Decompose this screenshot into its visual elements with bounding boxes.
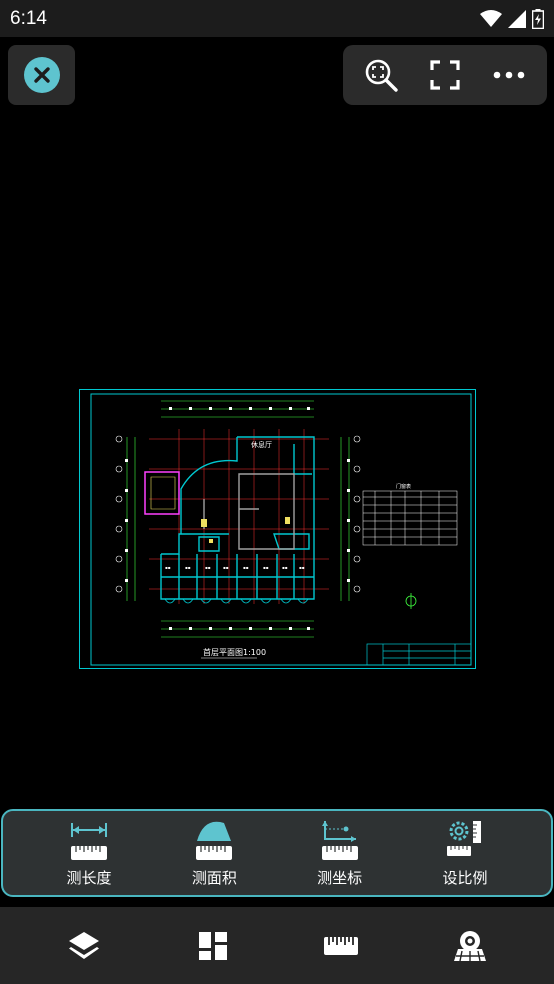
svg-text:▪▪: ▪▪ bbox=[299, 565, 305, 570]
layout-icon bbox=[198, 931, 227, 960]
measure-coordinate-button[interactable]: 测坐标 bbox=[280, 819, 400, 888]
measure-coordinate-label: 测坐标 bbox=[317, 869, 363, 887]
cad-drawing-canvas[interactable]: 休息厅 ▪▪ ▪▪ ▪▪ ▪▪ ▪▪ ▪▪ ▪▪ ▪▪ 门窗表 首层平面图1:100 bbox=[79, 389, 476, 669]
measure-area-icon bbox=[196, 821, 233, 860]
top-toolbar bbox=[343, 45, 547, 105]
cad-drawing: 休息厅 ▪▪ ▪▪ ▪▪ ▪▪ ▪▪ ▪▪ ▪▪ ▪▪ 门窗表 首层平面图1:100 bbox=[79, 389, 476, 669]
ruler-button[interactable] bbox=[311, 916, 371, 976]
set-scale-label: 设比例 bbox=[442, 869, 488, 887]
battery-charging-icon bbox=[532, 8, 544, 29]
measure-area-button[interactable]: 测面积 bbox=[154, 819, 274, 888]
measure-coordinate-icon bbox=[321, 821, 358, 860]
schedule-title: 门窗表 bbox=[396, 483, 411, 490]
view-icon bbox=[453, 930, 486, 961]
signal-icon bbox=[508, 9, 526, 28]
close-button[interactable] bbox=[23, 57, 60, 93]
svg-text:▪▪: ▪▪ bbox=[205, 565, 211, 570]
drawing-title: 首层平面图1:100 bbox=[203, 647, 266, 657]
fullscreen-icon bbox=[430, 60, 460, 90]
more-options-button[interactable] bbox=[487, 53, 531, 97]
room-label: 休息厅 bbox=[251, 440, 272, 449]
measure-length-label: 测长度 bbox=[66, 869, 112, 887]
status-time: 6:14 bbox=[10, 7, 47, 29]
layout-button[interactable] bbox=[183, 916, 243, 976]
status-bar: 6:14 bbox=[0, 0, 554, 37]
svg-text:▪▪: ▪▪ bbox=[282, 565, 288, 570]
measure-tools-panel: 测长度 测面积 测坐标 设比例 bbox=[1, 809, 553, 897]
set-scale-icon bbox=[446, 821, 481, 856]
bottom-nav bbox=[0, 907, 554, 984]
more-options-icon bbox=[493, 71, 525, 79]
svg-text:▪▪: ▪▪ bbox=[243, 565, 249, 570]
svg-text:▪▪: ▪▪ bbox=[185, 565, 191, 570]
layers-button[interactable] bbox=[54, 916, 114, 976]
ruler-icon bbox=[324, 936, 359, 955]
zoom-fit-icon bbox=[365, 59, 398, 92]
layers-icon bbox=[69, 931, 100, 959]
set-scale-button[interactable]: 设比例 bbox=[405, 819, 525, 888]
measure-length-icon bbox=[71, 823, 107, 860]
status-icons bbox=[480, 8, 544, 29]
view-button[interactable] bbox=[440, 916, 500, 976]
svg-text:▪▪: ▪▪ bbox=[263, 565, 269, 570]
measure-area-label: 测面积 bbox=[191, 869, 237, 887]
svg-text:▪▪: ▪▪ bbox=[165, 565, 171, 570]
fullscreen-button[interactable] bbox=[423, 53, 467, 97]
svg-text:▪▪: ▪▪ bbox=[223, 565, 229, 570]
zoom-fit-button[interactable] bbox=[359, 53, 403, 97]
wifi-icon bbox=[480, 9, 502, 27]
close-container bbox=[8, 45, 75, 105]
close-icon bbox=[33, 67, 50, 83]
measure-length-button[interactable]: 测长度 bbox=[29, 819, 149, 888]
